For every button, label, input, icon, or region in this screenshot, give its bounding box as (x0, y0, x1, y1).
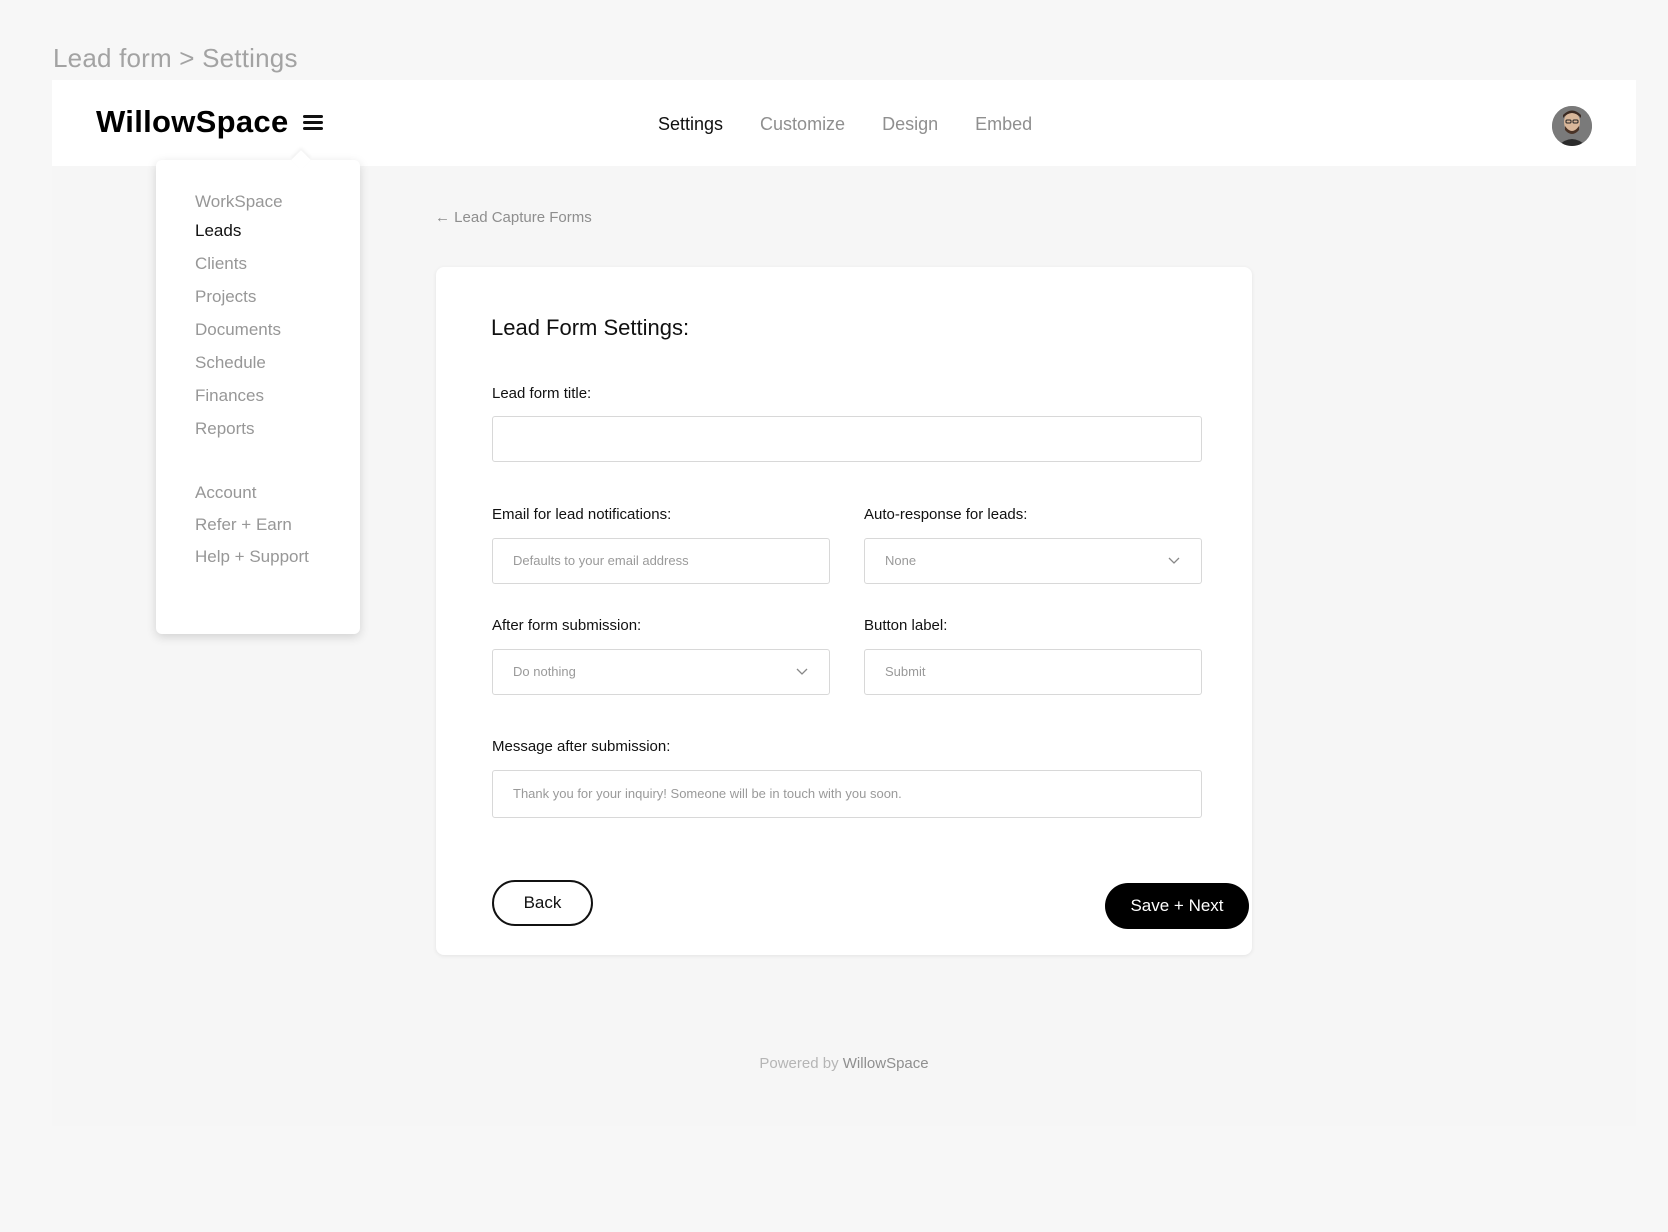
email-input[interactable]: Defaults to your email address (492, 538, 830, 584)
menu-item-account[interactable]: Account (195, 483, 256, 503)
lead-form-settings-card: Lead Form Settings: Lead form title: Ema… (436, 267, 1252, 955)
after-submission-label: After form submission: (492, 617, 642, 634)
hamburger-menu-icon[interactable] (301, 112, 325, 134)
menu-item-schedule[interactable]: Schedule (195, 353, 266, 373)
menu-item-leads[interactable]: Leads (195, 221, 241, 241)
chevron-down-icon (1168, 557, 1180, 564)
auto-response-value: None (885, 553, 917, 568)
footer-powered-by: Powered by WillowSpace (52, 1055, 1636, 1072)
powered-by-brand[interactable]: WillowSpace (843, 1055, 929, 1072)
brand-logo[interactable]: WillowSpace (96, 104, 289, 140)
menu-item-finances[interactable]: Finances (195, 386, 264, 406)
message-input[interactable]: Thank you for your inquiry! Someone will… (492, 770, 1202, 818)
save-next-button[interactable]: Save + Next (1105, 883, 1249, 929)
tab-design[interactable]: Design (882, 114, 938, 135)
tab-customize[interactable]: Customize (760, 114, 845, 135)
main-tabs: Settings Customize Design Embed (658, 114, 1069, 135)
card-title: Lead Form Settings: (491, 315, 690, 340)
button-label-input[interactable]: Submit (864, 649, 1202, 695)
powered-by-prefix: Powered by (759, 1055, 839, 1072)
menu-item-refer-earn[interactable]: Refer + Earn (195, 515, 292, 535)
after-submission-value: Do nothing (513, 664, 576, 679)
menu-item-help-support[interactable]: Help + Support (195, 547, 309, 567)
lead-title-input[interactable] (492, 416, 1202, 462)
back-button[interactable]: Back (492, 880, 593, 926)
tab-embed[interactable]: Embed (975, 114, 1032, 135)
tab-settings[interactable]: Settings (658, 114, 723, 135)
auto-response-select[interactable]: None (864, 538, 1202, 584)
nav-dropdown-menu: WorkSpace Leads Clients Projects Documen… (156, 160, 360, 634)
message-label: Message after submission: (492, 738, 671, 755)
back-to-lead-forms-link[interactable]: ← Lead Capture Forms (435, 209, 592, 226)
chevron-down-icon (796, 668, 808, 675)
menu-item-clients[interactable]: Clients (195, 254, 247, 274)
lead-title-label: Lead form title: (492, 385, 592, 402)
menu-item-workspace[interactable]: WorkSpace (195, 192, 283, 212)
email-label: Email for lead notifications: (492, 506, 672, 523)
auto-response-label: Auto-response for leads: (864, 506, 1028, 523)
button-label-label: Button label: (864, 617, 948, 634)
user-avatar[interactable] (1552, 106, 1592, 146)
menu-item-reports[interactable]: Reports (195, 419, 255, 439)
after-submission-select[interactable]: Do nothing (492, 649, 830, 695)
menu-item-projects[interactable]: Projects (195, 287, 256, 307)
page-breadcrumb: Lead form > Settings (53, 43, 298, 73)
app-frame: WillowSpace Settings Customize Design Em… (52, 80, 1636, 1126)
menu-item-documents[interactable]: Documents (195, 320, 281, 340)
top-navbar: WillowSpace Settings Customize Design Em… (52, 80, 1636, 166)
